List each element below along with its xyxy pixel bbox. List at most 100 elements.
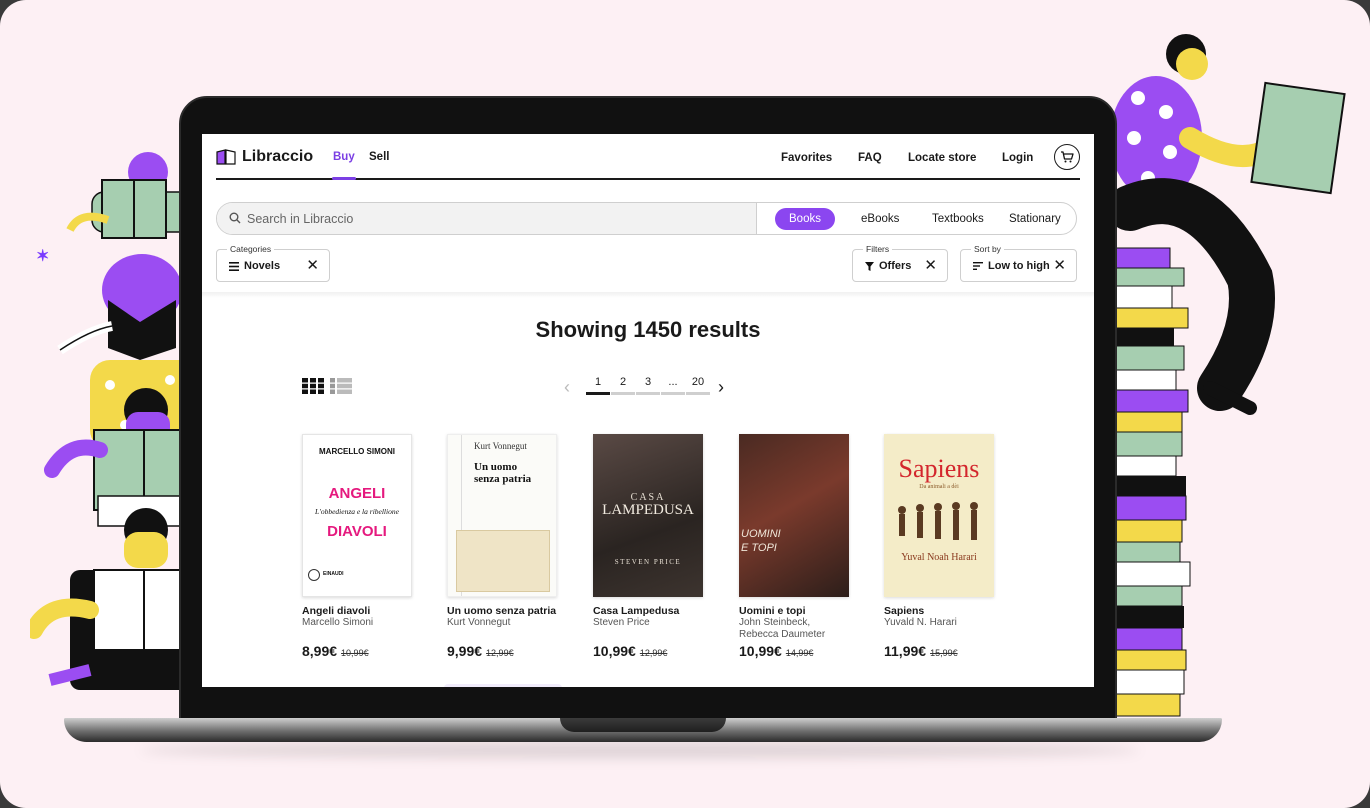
top-navigation: Libraccio Buy Sell Favorites FAQ Locate … — [216, 134, 1080, 180]
evolution-figures-image — [898, 502, 978, 540]
left-readers-illustration — [30, 152, 190, 690]
sort-legend: Sort by — [971, 244, 1004, 255]
book-old-price: 14,99€ — [785, 648, 814, 658]
book-title[interactable]: Casa Lampedusa — [593, 605, 705, 617]
book-author: John Steinbeck, Rebecca Daumeter — [739, 617, 826, 640]
book-price: 8,99€ — [302, 643, 338, 659]
book-card[interactable]: Kurt Vonnegut Un uomo senza patria Un uo… — [447, 434, 559, 659]
cover-author: Yuval Noah Harari — [901, 552, 977, 563]
book-title[interactable]: Uomini e topi — [739, 605, 851, 617]
active-tab-indicator — [332, 177, 356, 180]
laptop-notch — [560, 718, 726, 732]
cover-title: ANGELI — [328, 485, 386, 502]
tab-buy[interactable]: Buy — [333, 151, 355, 163]
brand-name: Libraccio — [242, 148, 314, 165]
page-2[interactable]: 2 — [611, 376, 635, 388]
grid-view-icon[interactable] — [302, 378, 324, 394]
book-author: Marcello Simoni — [302, 617, 374, 628]
chevron-left-icon[interactable]: ‹ — [564, 377, 570, 398]
cover-title: Un uomo — [474, 461, 518, 473]
close-icon[interactable]: ✕ — [1053, 258, 1066, 273]
segment-textbooks[interactable]: Textbooks — [918, 208, 998, 230]
book-cover[interactable]: Sapiens Da animali a dèi Yuval Noah Hara… — [884, 434, 994, 597]
app-screen: Libraccio Buy Sell Favorites FAQ Locate … — [202, 134, 1094, 687]
tab-sell[interactable]: Sell — [369, 151, 389, 163]
filter-icon — [865, 261, 874, 271]
filters-legend: Filters — [863, 244, 893, 255]
search-field-area — [217, 203, 757, 234]
book-author: Yuvald N. Harari — [884, 617, 957, 628]
faq-link[interactable]: FAQ — [858, 152, 882, 164]
cover-author: Kurt Vonnegut — [474, 441, 527, 451]
categories-chip[interactable]: Categories Novels ✕ — [216, 244, 330, 282]
laptop-shadow — [140, 742, 1140, 758]
book-old-price: 12,99€ — [639, 648, 668, 658]
favorites-link[interactable]: Favorites — [781, 152, 832, 164]
cover-author: MARCELLO SIMONI — [319, 447, 395, 456]
book-old-price: 12,99€ — [486, 648, 514, 658]
filters-chip[interactable]: Filters Offers ✕ — [852, 244, 948, 282]
book-cover[interactable]: UOMINI E TOPI — [739, 434, 849, 597]
results-title: Showing 1450 results — [535, 317, 761, 342]
locate-store-link[interactable]: Locate store — [908, 152, 976, 164]
cover-title: UOMINI — [741, 528, 781, 540]
cover-title: DIAVOLI — [327, 523, 387, 540]
sort-value: Low to high — [988, 260, 1050, 272]
cover-title: Sapiens — [898, 454, 980, 483]
book-card[interactable]: CASA LAMPEDUSA STEVEN PRICE Casa Lampedu… — [593, 434, 705, 659]
page-indicator — [611, 392, 635, 395]
book-cover[interactable]: CASA LAMPEDUSA STEVEN PRICE — [593, 434, 703, 597]
right-reader-illustration — [1105, 34, 1346, 717]
login-link[interactable]: Login — [1002, 152, 1033, 164]
close-icon[interactable]: ✕ — [924, 258, 937, 273]
publisher-logo — [308, 569, 320, 581]
page-ellipsis: ... — [668, 376, 678, 388]
cover-map-image — [456, 530, 550, 592]
page-1[interactable]: 1 — [586, 376, 610, 388]
page-indicator — [686, 392, 710, 395]
book-author: Kurt Vonnegut — [447, 617, 511, 628]
next-row-card-peek — [444, 684, 562, 687]
book-card[interactable]: UOMINI E TOPI Uomini e topi John Steinbe… — [739, 434, 851, 659]
cover-subtitle: L'obbedienza e la ribellione — [315, 507, 399, 516]
segment-books[interactable]: Books — [775, 208, 835, 230]
book-cover[interactable]: MARCELLO SIMONI ANGELI L'obbedienza e la… — [302, 434, 412, 597]
sort-icon — [973, 262, 983, 270]
header-shadow — [202, 292, 1094, 298]
cover-publisher: EINAUDI — [323, 571, 344, 577]
segment-ebooks[interactable]: eBooks — [847, 208, 913, 230]
book-title[interactable]: Un uomo senza patria — [447, 605, 559, 617]
book-title[interactable]: Sapiens — [884, 605, 996, 617]
book-old-price: 15,99€ — [930, 648, 958, 658]
page-indicator — [636, 392, 660, 395]
cover-title: LAMPEDUSA — [602, 502, 694, 518]
close-icon[interactable]: ✕ — [306, 258, 319, 273]
categories-legend: Categories — [227, 244, 275, 255]
search-input[interactable] — [247, 209, 747, 229]
cover-title: E TOPI — [741, 542, 777, 554]
book-logo-icon — [216, 149, 236, 165]
filters-value: Offers — [879, 260, 912, 272]
cover-title: senza patria — [474, 473, 532, 485]
book-price: 10,99€ — [739, 643, 782, 659]
page-3[interactable]: 3 — [636, 376, 660, 388]
cover-subtitle: Da animali a dèi — [919, 484, 959, 490]
sort-chip[interactable]: Sort by Low to high ✕ — [960, 244, 1077, 282]
book-title[interactable]: Angeli diavoli — [302, 605, 414, 617]
showcase-frame: ✶ Libraccio Buy Sell Favorites FAQ Locat… — [0, 0, 1370, 808]
book-price: 11,99€ — [884, 643, 927, 659]
search-icon — [229, 212, 241, 224]
page-20[interactable]: 20 — [686, 376, 710, 388]
cart-button[interactable] — [1054, 144, 1080, 170]
page-indicator — [586, 392, 610, 395]
book-card[interactable]: MARCELLO SIMONI ANGELI L'obbedienza e la… — [302, 434, 414, 659]
menu-icon — [229, 261, 239, 271]
list-view-icon[interactable] — [330, 378, 352, 394]
book-card[interactable]: Sapiens Da animali a dèi Yuval Noah Hara… — [884, 434, 996, 659]
logo[interactable]: Libraccio — [216, 148, 313, 166]
cart-icon — [1061, 151, 1074, 163]
book-old-price: 10,99€ — [341, 648, 369, 658]
book-cover[interactable]: Kurt Vonnegut Un uomo senza patria — [447, 434, 557, 597]
segment-stationary[interactable]: Stationary — [995, 208, 1075, 230]
chevron-right-icon[interactable]: › — [718, 377, 724, 398]
